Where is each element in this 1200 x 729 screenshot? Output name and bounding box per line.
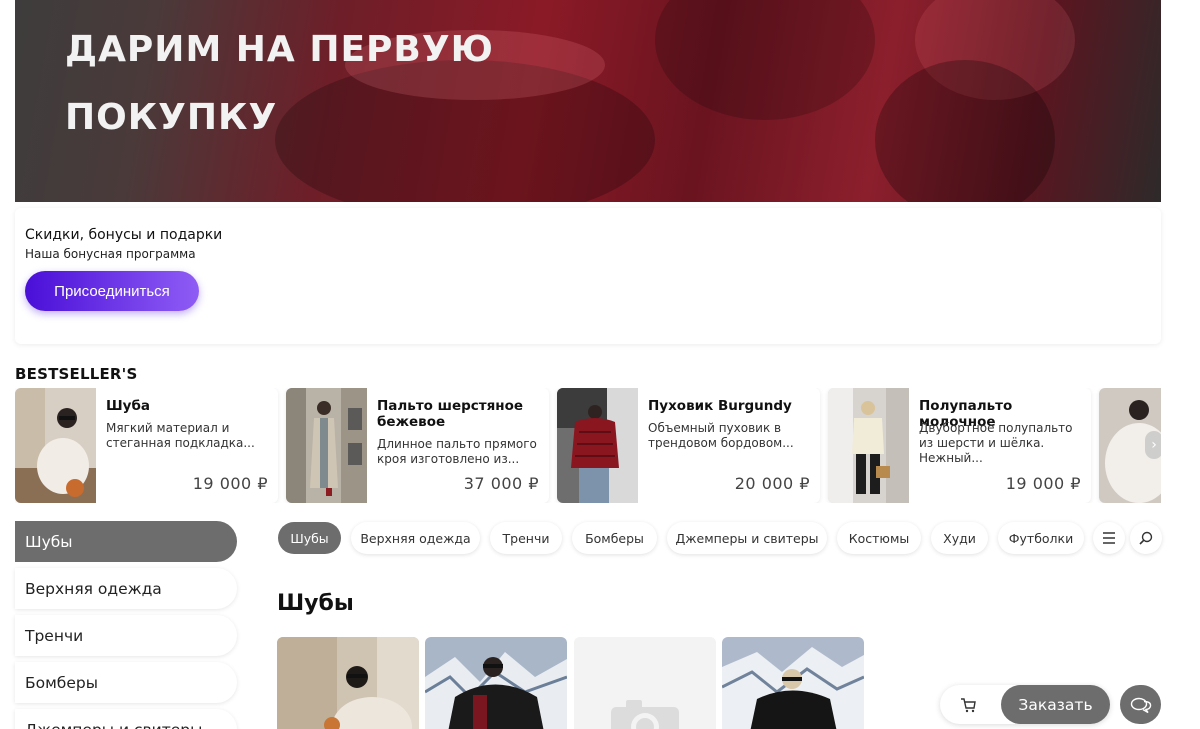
bestseller-card[interactable]: Полупальто молочное Двубортное полупальт…	[828, 388, 1091, 503]
hero-title-line: ДАРИМ НА ПЕРВУЮ	[65, 29, 494, 70]
sidebar-item-label: Шубы	[25, 532, 73, 551]
category-chip-label: Бомберы	[585, 530, 644, 546]
category-chip[interactable]: Худи	[931, 522, 988, 554]
category-chip[interactable]: Бомберы	[572, 522, 657, 554]
category-chip[interactable]: Футболки	[998, 522, 1084, 554]
bestseller-price: 20 000 ₽	[734, 474, 810, 493]
chat-icon	[1130, 697, 1151, 713]
sidebar-item-sweaters[interactable]: Джемперы и свитеры	[15, 709, 237, 729]
category-chip-label: Шубы	[290, 530, 329, 546]
hero-title: ДАРИМ НА ПЕРВУЮ ПОКУПКУ	[65, 16, 494, 153]
product-card[interactable]	[277, 637, 419, 729]
category-chip-label: Костюмы	[848, 530, 910, 546]
bonus-subtitle: Наша бонусная программа	[25, 247, 196, 261]
product-card[interactable]	[722, 637, 864, 729]
sidebar-item-shuby[interactable]: Шубы	[15, 521, 237, 562]
order-button[interactable]: Заказать	[1001, 685, 1110, 724]
bestseller-name: Пуховик Burgundy	[648, 398, 792, 414]
categories-menu-button[interactable]	[1093, 522, 1125, 554]
bestseller-price: 19 000 ₽	[1005, 474, 1081, 493]
product-image	[722, 637, 864, 729]
bonus-title: Скидки, бонусы и подарки	[25, 227, 223, 243]
carousel-next-button[interactable]: ›	[1145, 431, 1161, 459]
category-chip-label: Тренчи	[502, 530, 550, 546]
product-image	[828, 388, 909, 503]
bestseller-card[interactable]: Пальто шерстяное бежевое Длинное пальто …	[286, 388, 549, 503]
hero-decoration	[655, 0, 875, 120]
chat-button[interactable]	[1120, 685, 1161, 724]
cart-icon	[961, 698, 976, 713]
product-card[interactable]	[574, 637, 716, 729]
category-chip-label: Худи	[943, 530, 976, 546]
bestseller-desc: Мягкий материал и стеганная подкладка...	[106, 421, 255, 450]
product-image	[15, 388, 96, 503]
bestseller-name: Пальто шерстяное бежевое	[377, 398, 524, 430]
product-image	[557, 388, 638, 503]
sidebar-item-outerwear[interactable]: Верхняя одежда	[15, 568, 237, 609]
search-icon	[1139, 531, 1153, 545]
bestseller-price: 19 000 ₽	[192, 474, 268, 493]
bestseller-desc: Объемный пуховик в трендовом бордовом...	[648, 421, 794, 450]
sidebar-item-label: Тренчи	[25, 626, 84, 645]
category-chip[interactable]: Шубы	[278, 522, 341, 554]
sidebar-item-trench[interactable]: Тренчи	[15, 615, 237, 656]
join-button[interactable]: Присоединиться	[25, 271, 199, 311]
bestseller-card[interactable]: Пуховик Burgundy Объемный пуховик в трен…	[557, 388, 820, 503]
category-chip-label: Футболки	[1008, 530, 1074, 546]
bestseller-desc: Двубортное полупальто из шерсти и шёлка.…	[919, 421, 1073, 465]
product-card[interactable]	[425, 637, 567, 729]
category-chip[interactable]: Костюмы	[837, 522, 921, 554]
product-image	[425, 637, 567, 729]
bestseller-desc: Длинное пальто прямого кроя изготовлено …	[377, 437, 537, 466]
menu-icon	[1103, 532, 1115, 544]
sidebar-item-label: Джемперы и свитеры	[25, 721, 202, 729]
category-chip-label: Джемперы и свитеры	[675, 530, 819, 546]
section-title: Шубы	[277, 591, 354, 616]
bestseller-name: Шуба	[106, 398, 151, 414]
search-button[interactable]	[1130, 522, 1162, 554]
bonus-card: Скидки, бонусы и подарки Наша бонусная п…	[15, 208, 1161, 344]
sidebar-item-label: Верхняя одежда	[25, 579, 162, 598]
placeholder-image-icon	[574, 637, 716, 729]
bestseller-card[interactable]: Шуба Мягкий материал и стеганная подклад…	[15, 388, 278, 503]
product-image	[277, 637, 419, 729]
hero-title-line: ПОКУПКУ	[65, 97, 278, 139]
bestseller-price: 37 000 ₽	[463, 474, 539, 493]
sidebar-item-bombers[interactable]: Бомберы	[15, 662, 237, 703]
cart-button[interactable]	[955, 692, 981, 718]
category-chip[interactable]: Верхняя одежда	[351, 522, 480, 554]
chevron-right-icon: ›	[1151, 437, 1157, 453]
category-chip[interactable]: Джемперы и свитеры	[667, 522, 827, 554]
product-image	[286, 388, 367, 503]
bestsellers-title: BESTSELLER'S	[15, 365, 138, 383]
sidebar-item-label: Бомберы	[25, 673, 98, 692]
category-chip-label: Верхняя одежда	[360, 530, 471, 546]
bestsellers-carousel: Шуба Мягкий материал и стеганная подклад…	[15, 388, 1161, 503]
hero-banner[interactable]: ДАРИМ НА ПЕРВУЮ ПОКУПКУ	[15, 0, 1161, 202]
category-chip[interactable]: Тренчи	[490, 522, 562, 554]
